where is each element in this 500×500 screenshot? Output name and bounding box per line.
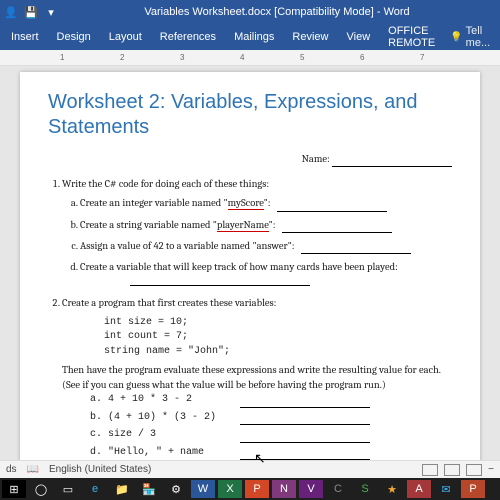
window-title: Variables Worksheet.docx [Compatibility … (58, 6, 496, 18)
q1b-blank (282, 232, 392, 233)
bulb-icon: 💡 (450, 32, 462, 43)
q2b: b. (4 + 10) * (3 - 2) (90, 411, 452, 426)
tell-me-search[interactable]: 💡 Tell me... (444, 25, 496, 49)
mail-icon[interactable]: ✉ (434, 480, 458, 498)
account-icon[interactable]: 👤 (4, 5, 18, 19)
q2c-blank (240, 432, 370, 443)
windows-icon: ⊞ (9, 483, 18, 496)
q1a-varname: myScore (228, 197, 264, 210)
q1-stem: Write the C# code for doing each of thes… (62, 177, 452, 192)
q2b-expr: b. (4 + 10) * (3 - 2) (90, 411, 240, 426)
ruler-mark: 2 (120, 53, 124, 62)
document-area[interactable]: Worksheet 2: Variables, Expressions, and… (0, 66, 500, 478)
start-button[interactable]: ⊞ (2, 480, 26, 498)
tab-office-remote[interactable]: OFFICE REMOTE (379, 20, 444, 54)
q2d-blank (240, 449, 370, 460)
q2a-expr: a. 4 + 10 * 3 - 2 (90, 393, 240, 408)
q1d: Create a variable that will keep track o… (80, 260, 452, 286)
tab-review[interactable]: Review (283, 26, 337, 48)
q1d-text: Create a variable that will keep track o… (80, 261, 398, 273)
q2-stem: Create a program that first creates thes… (62, 296, 452, 311)
powerpoint-icon[interactable]: P (245, 480, 269, 498)
store-icon[interactable]: 🏪 (137, 480, 161, 498)
ruler-mark: 4 (240, 53, 244, 62)
q1b-varname: playerName (217, 219, 269, 232)
qat-dropdown-icon[interactable]: ▾ (44, 5, 58, 19)
q2-eval-list: a. 4 + 10 * 3 - 2 b. (4 + 10) * (3 - 2) … (62, 393, 452, 460)
word-icon[interactable]: W (191, 480, 215, 498)
page[interactable]: Worksheet 2: Variables, Expressions, and… (20, 72, 480, 478)
horizontal-ruler[interactable]: 1 2 3 4 5 6 7 (0, 50, 500, 66)
ribbon-tabs: Insert Design Layout References Mailings… (0, 24, 500, 50)
q1b-pre: Create a string variable named " (80, 219, 217, 231)
q2d: d. "Hello, " + name (90, 446, 452, 461)
status-words[interactable]: ds (6, 464, 17, 475)
edge-icon[interactable]: e (83, 480, 107, 498)
ruler-mark: 5 (300, 53, 304, 62)
q1d-blank (130, 285, 310, 286)
ruler-mark: 1 (60, 53, 64, 62)
q1b-post: ": (269, 219, 276, 231)
q1-subitems: Create an integer variable named "myScor… (62, 196, 452, 286)
ruler-mark: 3 (180, 53, 184, 62)
task-view-button[interactable]: ▭ (56, 480, 80, 498)
signed-in-user[interactable]: David Jackman (496, 25, 500, 49)
tell-me-label: Tell me... (466, 25, 490, 49)
question-1: Write the C# code for doing each of thes… (62, 177, 452, 286)
taskbar: ⊞ ◯ ▭ e 📁 🏪 ⚙ W X P N V C S ★ A ✉ P (0, 478, 500, 500)
q1a: Create an integer variable named "myScor… (80, 196, 452, 211)
tab-view[interactable]: View (338, 26, 380, 48)
onenote-icon[interactable]: N (272, 480, 296, 498)
question-list: Write the C# code for doing each of thes… (48, 177, 452, 460)
status-language[interactable]: English (United States) (49, 464, 151, 475)
q2a: a. 4 + 10 * 3 - 2 (90, 393, 452, 408)
app-icon-3[interactable]: ★ (380, 480, 404, 498)
print-layout-button[interactable] (444, 464, 460, 476)
ruler-mark: 6 (360, 53, 364, 62)
question-2: Create a program that first creates thes… (62, 296, 452, 460)
q1a-post: ": (264, 197, 271, 209)
file-explorer-icon[interactable]: 📁 (110, 480, 134, 498)
web-layout-button[interactable] (466, 464, 482, 476)
ruler-mark: 7 (420, 53, 424, 62)
access-icon[interactable]: A (407, 480, 431, 498)
app-icon[interactable]: C (326, 480, 350, 498)
zoom-out-button[interactable]: − (488, 464, 494, 475)
app-icon-4[interactable]: P (461, 480, 485, 498)
app-icon-2[interactable]: S (353, 480, 377, 498)
status-bar: ds 📖 English (United States) − (0, 460, 500, 478)
q2d-expr: d. "Hello, " + name (90, 446, 240, 461)
visual-studio-icon[interactable]: V (299, 480, 323, 498)
tab-insert[interactable]: Insert (2, 26, 48, 48)
quick-access-toolbar: 👤 💾 ▾ (4, 5, 58, 19)
doc-title: Worksheet 2: Variables, Expressions, and… (48, 90, 452, 140)
q1a-blank (277, 211, 387, 212)
status-proofing-icon[interactable]: 📖 (27, 464, 39, 475)
tab-layout[interactable]: Layout (100, 26, 151, 48)
cortana-button[interactable]: ◯ (29, 480, 53, 498)
name-blank (332, 166, 452, 167)
name-label: Name: (302, 153, 330, 165)
q2c-expr: c. size / 3 (90, 428, 240, 443)
q1a-pre: Create an integer variable named " (80, 197, 228, 209)
q1c-text: Assign a value of 42 to a variable named… (80, 240, 294, 252)
q2c: c. size / 3 (90, 428, 452, 443)
q2b-blank (240, 414, 370, 425)
status-right: − (422, 464, 494, 476)
q2-code: int size = 10; int count = 7; string nam… (62, 316, 452, 360)
read-mode-button[interactable] (422, 464, 438, 476)
save-icon[interactable]: 💾 (24, 5, 38, 19)
tab-design[interactable]: Design (48, 26, 100, 48)
q2-stem2: Then have the program evaluate these exp… (62, 363, 452, 393)
excel-icon[interactable]: X (218, 480, 242, 498)
settings-icon[interactable]: ⚙ (164, 480, 188, 498)
q1c-blank (301, 253, 411, 254)
q2a-blank (240, 397, 370, 408)
q1b: Create a string variable named "playerNa… (80, 218, 452, 233)
name-field-line: Name: (48, 152, 452, 167)
tab-references[interactable]: References (151, 26, 225, 48)
tab-mailings[interactable]: Mailings (225, 26, 283, 48)
q1c: Assign a value of 42 to a variable named… (80, 239, 452, 254)
